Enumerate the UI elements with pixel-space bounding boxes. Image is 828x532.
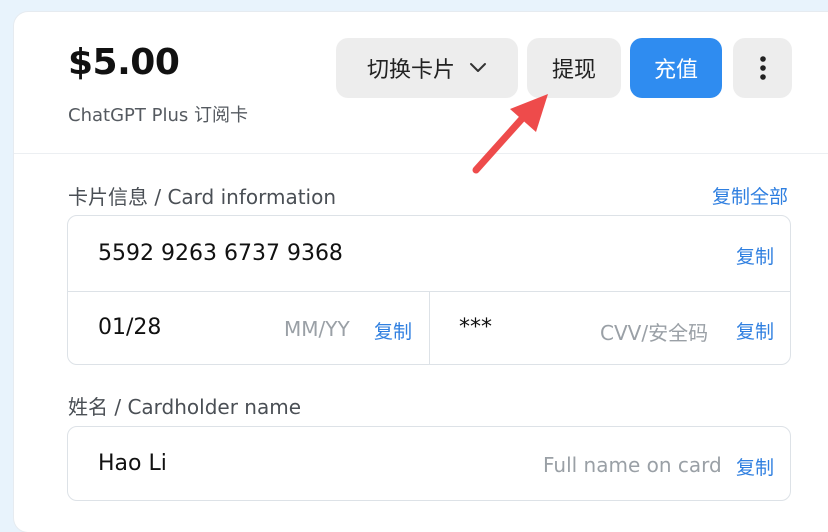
cardholder-placeholder: Full name on card — [543, 453, 722, 477]
copy-card-number-link[interactable]: 复制 — [736, 242, 774, 269]
card-subtitle: ChatGPT Plus 订阅卡 — [68, 105, 248, 126]
card-panel: $5.00 ChatGPT Plus 订阅卡 切换卡片 提现 充值 卡片信息 /… — [14, 12, 828, 532]
recharge-label: 充值 — [653, 58, 698, 83]
card-header: $5.00 ChatGPT Plus 订阅卡 切换卡片 提现 充值 — [14, 12, 828, 154]
card-info-box: 5592 9263 6737 9368 复制 01/28 MM/YY 复制 **… — [67, 215, 791, 365]
cvv-value: *** — [459, 315, 492, 340]
more-vertical-icon — [759, 55, 767, 81]
expiry-placeholder: MM/YY — [284, 317, 350, 341]
card-info-label: 卡片信息 / Card information — [68, 185, 337, 209]
card-number-value: 5592 9263 6737 9368 — [98, 241, 343, 266]
cardholder-box: Hao Li Full name on card 复制 — [67, 426, 791, 501]
header-divider — [14, 153, 828, 154]
copy-name-link[interactable]: 复制 — [736, 453, 774, 480]
copy-cvv-link[interactable]: 复制 — [736, 317, 774, 344]
copy-expiry-link[interactable]: 复制 — [374, 317, 412, 344]
expiry-cvv-separator — [429, 291, 430, 364]
cardholder-label: 姓名 / Cardholder name — [68, 395, 302, 419]
expiry-cvv-row: 01/28 MM/YY 复制 *** CVV/安全码 复制 — [68, 291, 790, 364]
cvv-placeholder: CVV/安全码 — [600, 321, 709, 345]
withdraw-label: 提现 — [551, 58, 596, 83]
switch-card-button[interactable]: 切换卡片 — [336, 38, 518, 98]
cardholder-name-value: Hao Li — [98, 451, 167, 476]
card-balance: $5.00 — [68, 42, 180, 83]
withdraw-button[interactable]: 提现 — [527, 38, 621, 98]
copy-all-link[interactable]: 复制全部 — [712, 182, 788, 209]
red-arrow-icon — [470, 92, 550, 174]
switch-card-label: 切换卡片 — [366, 58, 455, 83]
more-options-button[interactable] — [733, 38, 792, 98]
recharge-button[interactable]: 充值 — [630, 38, 722, 98]
chevron-down-icon — [469, 62, 487, 74]
expiry-value: 01/28 — [98, 315, 162, 340]
card-number-row: 5592 9263 6737 9368 复制 — [68, 216, 790, 292]
